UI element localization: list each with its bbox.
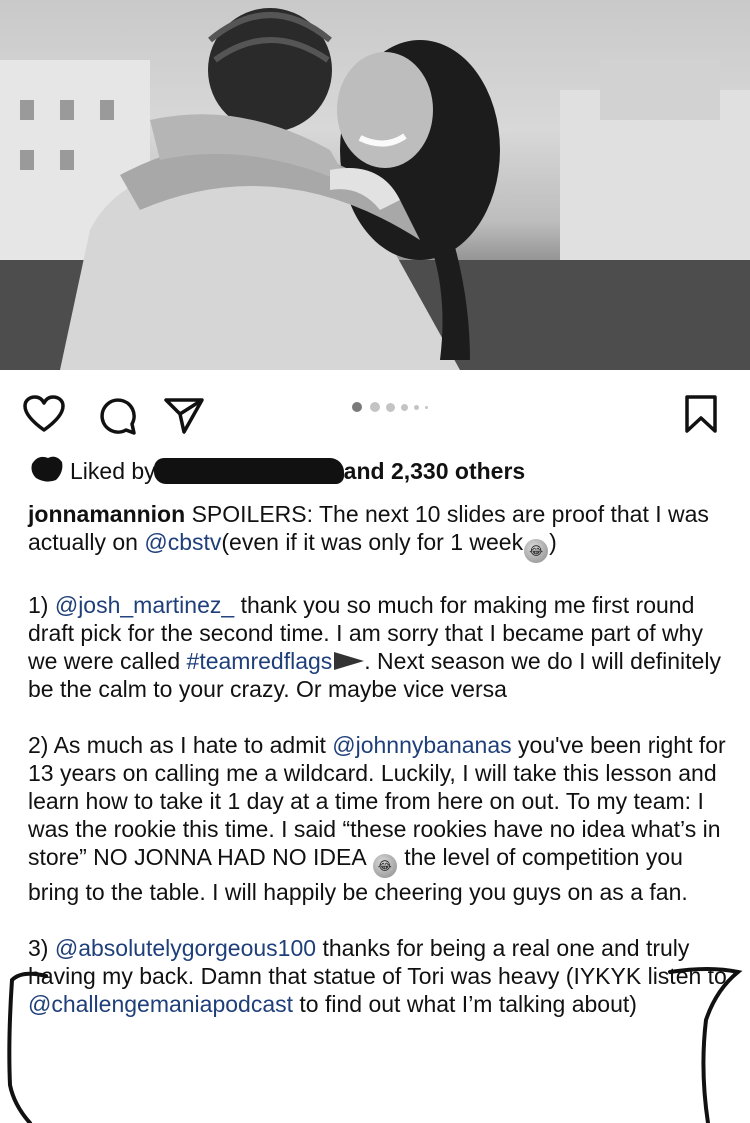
right-bracket-annotation xyxy=(668,967,743,1123)
carousel-dot xyxy=(414,405,419,410)
post-photo[interactable] xyxy=(0,0,750,370)
caption-text: 3) xyxy=(28,935,49,961)
carousel-dot xyxy=(386,403,395,412)
caption-paragraph: 2) As much as I hate to admit @johnnyban… xyxy=(28,731,728,906)
mention-link[interactable]: @josh_martinez_ xyxy=(55,592,234,618)
mention-link[interactable]: @absolutelygorgeous100 xyxy=(55,935,316,961)
flag-emoji-icon xyxy=(334,652,365,670)
carousel-dot-active xyxy=(352,402,362,412)
redacted-username xyxy=(153,458,344,484)
caption-paragraph: 1) @josh_martinez_ thank you so much for… xyxy=(28,591,728,703)
caption-username[interactable]: jonnamannion xyxy=(28,501,185,527)
bookmark-icon[interactable] xyxy=(684,394,718,434)
avatar xyxy=(31,456,63,482)
caption-text: ) xyxy=(549,529,557,555)
caption-text: 1) xyxy=(28,592,49,618)
caption-text: 2) As much as I hate to admit xyxy=(28,732,326,758)
carousel-dot xyxy=(425,406,428,409)
rofl-emoji-icon: 😂 xyxy=(372,854,397,878)
hashtag-link[interactable]: #teamredflags xyxy=(187,648,333,674)
mention-link[interactable]: @challengemaniapodcast xyxy=(28,991,293,1017)
rofl-emoji-icon: 😂 xyxy=(524,539,549,563)
left-bracket-annotation xyxy=(7,971,48,1123)
carousel-dot xyxy=(370,402,380,412)
send-icon[interactable] xyxy=(162,394,206,436)
likes-suffix: and 2,330 others xyxy=(343,458,526,484)
caption-paragraph: jonnamannion SPOILERS: The next 10 slide… xyxy=(28,500,728,563)
mention-link[interactable]: @johnnybananas xyxy=(332,732,511,758)
comment-icon[interactable] xyxy=(96,394,138,436)
mention-link[interactable]: @cbstv xyxy=(144,529,221,555)
likes-prefix: Liked by xyxy=(70,458,156,484)
likes-text: Liked by and 2,330 others xyxy=(70,458,525,485)
caption-text: (even if it was only for 1 week xyxy=(221,529,524,555)
likes-row[interactable]: Liked by and 2,330 others xyxy=(28,452,728,488)
caption-paragraph: 3) @absolutelygorgeous100 thanks for bei… xyxy=(28,934,728,1018)
photo-illustration xyxy=(0,8,750,370)
carousel-dot xyxy=(401,404,408,411)
caption-text: to find out what I’m talking about) xyxy=(299,991,637,1017)
caption: jonnamannion SPOILERS: The next 10 slide… xyxy=(28,500,728,1046)
heart-icon[interactable] xyxy=(22,394,66,434)
